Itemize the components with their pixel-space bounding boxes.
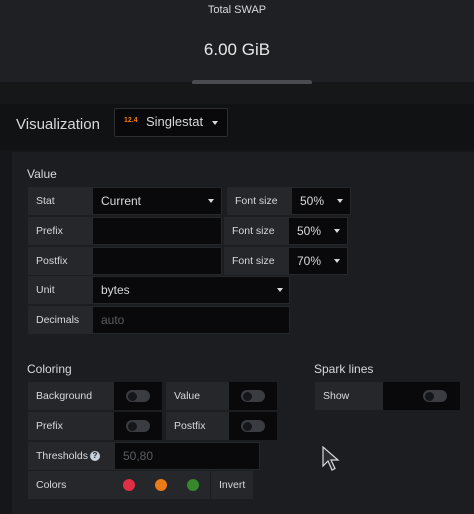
stat-label: Stat: [28, 187, 92, 215]
thresholds-label: Thresholds: [28, 442, 114, 470]
spark-show-toggle[interactable]: [423, 390, 447, 402]
value-section-title: Value: [27, 167, 57, 181]
chevron-down-icon: [334, 259, 340, 263]
font-size-label: Font size: [227, 187, 291, 215]
spark-show-switch[interactable]: [383, 382, 460, 410]
chevron-down-icon: [212, 121, 218, 125]
font-size-label: Font size: [224, 217, 288, 245]
font-size-label: Font size: [224, 247, 288, 275]
singlestat-icon: 12.4: [124, 117, 138, 124]
chevron-down-icon: [208, 199, 214, 203]
spark-show-label: Show: [315, 382, 383, 410]
postfix-color-label: Postfix: [166, 412, 229, 440]
chevron-down-icon: [334, 229, 340, 233]
coloring-section-title: Coloring: [27, 362, 72, 376]
prefix-label: Prefix: [28, 217, 92, 245]
unit-value: bytes: [101, 283, 130, 297]
spark-lines-section-title: Spark lines: [314, 362, 374, 376]
postfix-font-size-value: 70%: [297, 254, 322, 268]
color-swatch-1[interactable]: [123, 479, 135, 491]
stat-select[interactable]: Current: [92, 187, 222, 215]
postfix-input[interactable]: [92, 247, 222, 275]
background-label: Background: [28, 382, 114, 410]
chevron-down-icon: [277, 288, 283, 292]
postfix-label: Postfix: [28, 247, 92, 275]
stat-font-size-value: 50%: [300, 194, 325, 208]
question-circle-icon[interactable]: ?: [90, 451, 100, 461]
unit-select[interactable]: bytes: [92, 276, 290, 304]
thresholds-label-text: Thresholds: [36, 450, 88, 462]
prefix-font-size-value: 50%: [297, 224, 322, 238]
color-swatch-3[interactable]: [187, 479, 199, 491]
visualization-header: Visualization: [0, 104, 474, 150]
editor-divider: [0, 84, 474, 104]
mouse-pointer-icon: [322, 446, 340, 471]
stat-value: Current: [101, 194, 142, 208]
value-color-label: Value: [166, 382, 229, 410]
background-toggle[interactable]: [126, 390, 150, 402]
colors-label: Colors: [28, 471, 114, 499]
value-color-toggle[interactable]: [241, 390, 265, 402]
prefix-color-toggle[interactable]: [126, 420, 150, 432]
thresholds-input[interactable]: 50,80: [114, 442, 260, 470]
chevron-down-icon: [337, 199, 343, 203]
prefix-color-label: Prefix: [28, 412, 114, 440]
color-swatch-2[interactable]: [155, 479, 167, 491]
invert-button[interactable]: Invert: [211, 471, 253, 499]
decimals-input[interactable]: auto: [92, 306, 290, 334]
visualization-label: Visualization: [16, 116, 100, 133]
panel-preview: Total SWAP 6.00 GiB: [0, 0, 474, 82]
visualization-selected: Singlestat: [146, 114, 204, 129]
panel-stat-value: 6.00 GiB: [203, 40, 271, 59]
postfix-color-toggle[interactable]: [241, 420, 265, 432]
decimals-label: Decimals: [28, 306, 92, 334]
prefix-input[interactable]: [92, 217, 222, 245]
panel-title[interactable]: Total SWAP: [0, 4, 474, 16]
unit-label: Unit: [28, 276, 92, 304]
